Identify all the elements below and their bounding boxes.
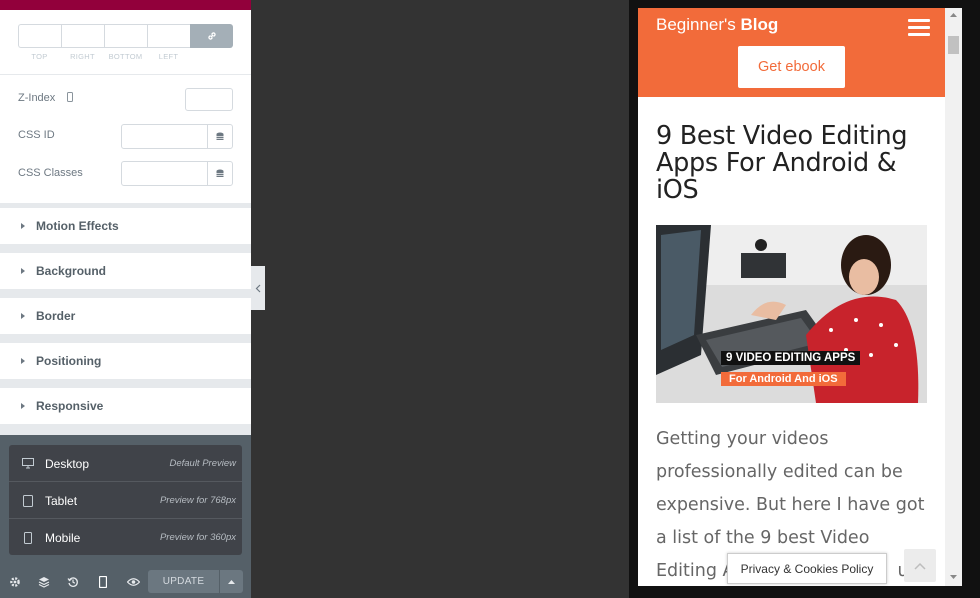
tablet-icon xyxy=(23,494,33,507)
caret-right-icon xyxy=(21,403,25,409)
chevron-left-icon xyxy=(255,284,261,292)
history-icon xyxy=(67,577,78,587)
section-label: Background xyxy=(36,264,107,278)
section-label: Border xyxy=(36,309,76,323)
mode-tablet[interactable]: Tablet Preview for 768px xyxy=(9,482,242,519)
z-index-input[interactable] xyxy=(185,88,233,111)
dimension-label-right: RIGHT xyxy=(70,52,95,61)
settings-button[interactable] xyxy=(7,574,23,590)
navigator-icon xyxy=(38,577,50,588)
scroll-up-arrow-icon xyxy=(950,13,957,17)
featured-image: 9 VIDEO EDITING APPS For Android And iOS xyxy=(656,225,927,403)
dynamic-tags-button[interactable] xyxy=(207,125,232,148)
mode-description: Preview for 360px xyxy=(159,532,236,543)
update-button[interactable]: UPDATE xyxy=(148,570,219,593)
mobile-icon xyxy=(24,531,32,544)
css-classes-label: CSS Classes xyxy=(18,167,83,179)
preview-icon xyxy=(126,578,140,586)
save-options-button[interactable] xyxy=(220,570,243,593)
responsive-mode-icon xyxy=(99,576,107,588)
dynamic-tags-button[interactable] xyxy=(207,162,232,185)
article: 9 Best Video Editing Apps For Android & … xyxy=(638,97,945,586)
history-button[interactable] xyxy=(65,574,81,590)
caret-right-icon xyxy=(21,313,25,319)
preview-scrollbar[interactable] xyxy=(945,8,962,586)
section-label: Positioning xyxy=(36,354,102,368)
mode-label: Desktop xyxy=(45,456,90,471)
mode-description: Preview for 768px xyxy=(159,495,236,506)
mode-mobile[interactable]: Mobile Preview for 360px xyxy=(9,519,242,555)
excerpt-line-start: Editing A xyxy=(656,561,735,581)
section-positioning[interactable]: Positioning xyxy=(0,343,251,379)
site-logo[interactable]: Beginner's Blog xyxy=(656,15,778,35)
dimension-labels: TOP RIGHT BOTTOM LEFT xyxy=(18,52,190,61)
site-header: Beginner's Blog Get ebook xyxy=(638,8,945,97)
css-id-label: CSS ID xyxy=(18,129,55,141)
css-id-input[interactable] xyxy=(121,124,233,149)
excerpt-line: professionally edited can be xyxy=(656,462,903,482)
link-icon xyxy=(207,32,216,40)
dimension-right-input[interactable] xyxy=(61,24,104,48)
desktop-icon xyxy=(22,458,34,469)
editor-root: TOP RIGHT BOTTOM LEFT Z-Index CSS ID CSS… xyxy=(0,0,980,598)
dimension-label-bottom: BOTTOM xyxy=(108,52,143,61)
caret-right-icon xyxy=(21,223,25,229)
scrollbar-thumb[interactable] xyxy=(948,36,959,54)
privacy-policy-button[interactable]: Privacy & Cookies Policy xyxy=(727,553,887,584)
section-background[interactable]: Background xyxy=(0,253,251,289)
database-icon xyxy=(216,169,224,177)
settings-icon xyxy=(10,577,20,587)
responsive-mode-button[interactable] xyxy=(95,574,111,590)
section-responsive[interactable]: Responsive xyxy=(0,388,251,424)
chevron-up-icon xyxy=(914,562,926,570)
excerpt-line: expensive. But here I have got xyxy=(656,495,925,515)
excerpt-line: a list of the 9 best Video xyxy=(656,528,870,548)
panel-collapse-toggle[interactable] xyxy=(251,266,265,310)
get-ebook-button[interactable]: Get ebook xyxy=(738,46,845,88)
mode-description: Default Preview xyxy=(169,458,236,469)
mode-label: Tablet xyxy=(45,493,78,508)
dimension-bottom-input[interactable] xyxy=(104,24,147,48)
mode-desktop[interactable]: Desktop Default Preview xyxy=(9,445,242,482)
caret-right-icon xyxy=(21,358,25,364)
caret-right-icon xyxy=(21,268,25,274)
divider xyxy=(0,74,251,75)
panel-accent-bar xyxy=(0,0,251,10)
preview-button[interactable] xyxy=(125,574,141,590)
dimension-label-top: TOP xyxy=(31,52,48,61)
dimension-left-input[interactable] xyxy=(147,24,190,48)
site-name-bold: Blog xyxy=(740,15,779,34)
post-title: 9 Best Video Editing Apps For Android & … xyxy=(656,121,908,205)
preview-viewport: Beginner's Blog Get ebook 9 Best Video E… xyxy=(638,8,945,586)
section-motion-effects[interactable]: Motion Effects xyxy=(0,208,251,244)
hero-caption-subtitle: For Android And iOS xyxy=(721,372,846,386)
excerpt-line: Getting your videos xyxy=(656,429,829,449)
section-label: Motion Effects xyxy=(36,219,119,233)
css-classes-input[interactable] xyxy=(121,161,233,186)
navigator-button[interactable] xyxy=(36,574,52,590)
dimension-top-input[interactable] xyxy=(18,24,61,48)
menu-hamburger-icon[interactable] xyxy=(908,19,930,40)
editor-panel: TOP RIGHT BOTTOM LEFT Z-Index CSS ID CSS… xyxy=(0,0,251,598)
section-label: Responsive xyxy=(36,399,104,413)
database-icon xyxy=(216,132,224,140)
caret-up-icon xyxy=(228,580,235,584)
scroll-down-arrow-icon xyxy=(950,575,957,579)
margin-dimensions-control xyxy=(18,24,233,48)
scroll-to-top-button[interactable] xyxy=(904,549,936,582)
responsive-mode-switcher: Desktop Default Preview Tablet Preview f… xyxy=(9,445,242,555)
mobile-device-icon xyxy=(67,92,74,102)
mode-label: Mobile xyxy=(45,530,81,545)
z-index-label: Z-Index xyxy=(18,92,74,104)
dimension-label-left: LEFT xyxy=(158,52,179,61)
link-values-button[interactable] xyxy=(190,24,233,48)
hero-caption-title: 9 VIDEO EDITING APPS xyxy=(721,351,861,365)
site-name-light: Beginner's xyxy=(656,15,736,34)
section-border[interactable]: Border xyxy=(0,298,251,334)
